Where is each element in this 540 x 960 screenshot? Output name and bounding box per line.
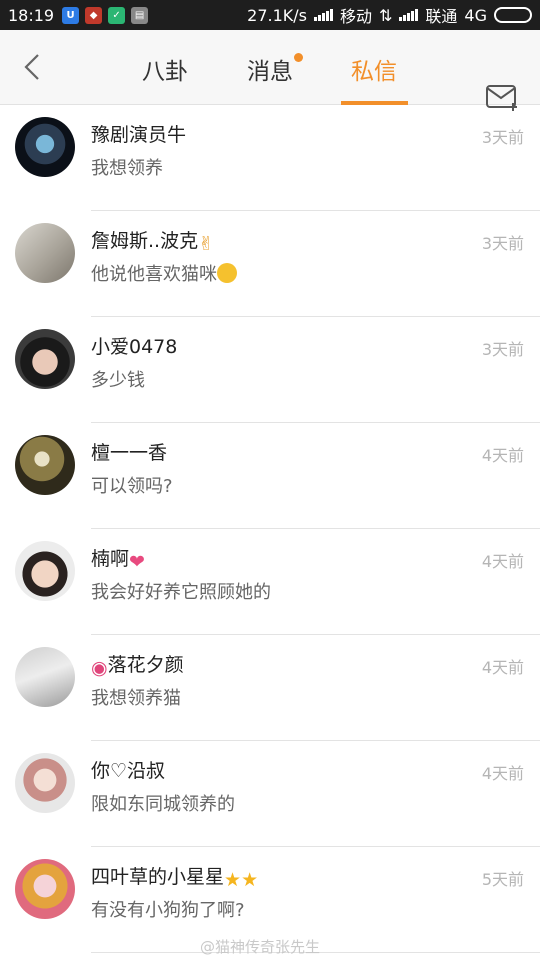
lips-emoji-icon: ◉ <box>91 657 108 679</box>
message-preview: 有没有小狗狗了啊? <box>91 900 245 921</box>
message-time: 4天前 <box>481 446 524 465</box>
tab-messages[interactable]: 消息 <box>245 52 295 86</box>
avatar[interactable] <box>15 647 75 707</box>
message-time: 4天前 <box>481 764 524 783</box>
conversation-row[interactable]: 檀一一香 可以领吗? 4天前 <box>0 423 540 529</box>
avatar[interactable] <box>15 859 75 919</box>
avatar[interactable] <box>15 541 75 601</box>
carrier-label: 联通 <box>425 7 458 26</box>
message-time: 4天前 <box>481 552 524 571</box>
message-time: 3天前 <box>481 128 524 147</box>
conversation-row[interactable]: 豫剧演员牛 我想领养 3天前 <box>0 105 540 211</box>
conversation-list: 豫剧演员牛 我想领养 3天前 詹姆斯..波克✌ 他说他喜欢猫咪 3天前 小爱04… <box>0 105 540 953</box>
carrier-label: 移动 <box>339 7 372 26</box>
network-speed: 27.1K/s <box>247 5 307 25</box>
signal-icon <box>399 9 419 21</box>
message-preview: 我想领养猫 <box>91 688 181 709</box>
tab-private-messages[interactable]: 私信 <box>348 52 400 86</box>
message-preview: 多少钱 <box>91 370 145 391</box>
message-preview: 他说他喜欢猫咪 <box>91 260 237 286</box>
star-icon: ★ <box>241 869 259 891</box>
avatar[interactable] <box>15 435 75 495</box>
data-transfer-icon: ⇅ <box>379 5 393 25</box>
message-time: 4天前 <box>481 658 524 677</box>
message-preview: 可以领吗? <box>91 476 173 497</box>
avatar[interactable] <box>15 117 75 177</box>
sender-name: 小爱0478 <box>91 336 178 358</box>
star-icon: ★ <box>224 869 242 891</box>
network-type: 4G <box>464 5 487 25</box>
unread-dot <box>294 53 303 62</box>
unamused-face-emoji-icon <box>217 263 237 283</box>
message-preview: 限如东同城领养的 <box>91 794 235 815</box>
sender-name: 你♡沿叔 <box>91 760 166 782</box>
sender-name: 四叶草的小星星★★ <box>91 866 259 891</box>
sender-name: 豫剧演员牛 <box>91 124 187 146</box>
conversation-row[interactable]: 楠啊❤ 我会好好养它照顾她的 4天前 <box>0 529 540 635</box>
app-notification-icon: ▤ <box>131 6 149 24</box>
sender-name: 檀一一香 <box>91 442 168 464</box>
conversation-row[interactable]: 小爱0478 多少钱 3天前 <box>0 317 540 423</box>
sender-name: 楠啊❤ <box>91 548 145 573</box>
watermark: @猫神传奇张先生 <box>200 938 321 956</box>
tab-bar: 八卦 消息 私信 <box>0 30 540 105</box>
battery-icon <box>494 7 532 23</box>
conversation-row[interactable]: ◉落花夕颜 我想领养猫 4天前 <box>0 635 540 741</box>
heart-icon: ❤ <box>129 551 145 573</box>
avatar[interactable] <box>15 753 75 813</box>
message-time: 3天前 <box>481 234 524 253</box>
message-time: 3天前 <box>481 340 524 359</box>
rock-hand-emoji-icon: ✌ <box>198 233 215 255</box>
sender-name: ◉落花夕颜 <box>91 654 184 679</box>
message-time: 5天前 <box>481 870 524 889</box>
sender-name: 詹姆斯..波克✌ <box>91 230 215 255</box>
conversation-row[interactable]: 你♡沿叔 限如东同城领养的 4天前 <box>0 741 540 847</box>
status-time: 18:19 <box>8 5 55 25</box>
message-preview: 我想领养 <box>91 158 163 179</box>
tab-gossip[interactable]: 八卦 <box>140 52 190 86</box>
app-notification-icon: ✓ <box>108 6 126 24</box>
conversation-row[interactable]: 詹姆斯..波克✌ 他说他喜欢猫咪 3天前 <box>0 211 540 317</box>
app-notification-icon: ◆ <box>85 6 103 24</box>
signal-icon <box>313 9 333 21</box>
message-preview: 我会好好养它照顾她的 <box>91 582 271 603</box>
app-notification-icon: U <box>62 6 80 24</box>
avatar[interactable] <box>15 223 75 283</box>
avatar[interactable] <box>15 329 75 389</box>
status-bar: 18:19 U ◆ ✓ ▤ 27.1K/s 移动 ⇅ 联通 4G <box>0 0 540 30</box>
nav-header: 八卦 消息 私信 <box>0 30 540 111</box>
